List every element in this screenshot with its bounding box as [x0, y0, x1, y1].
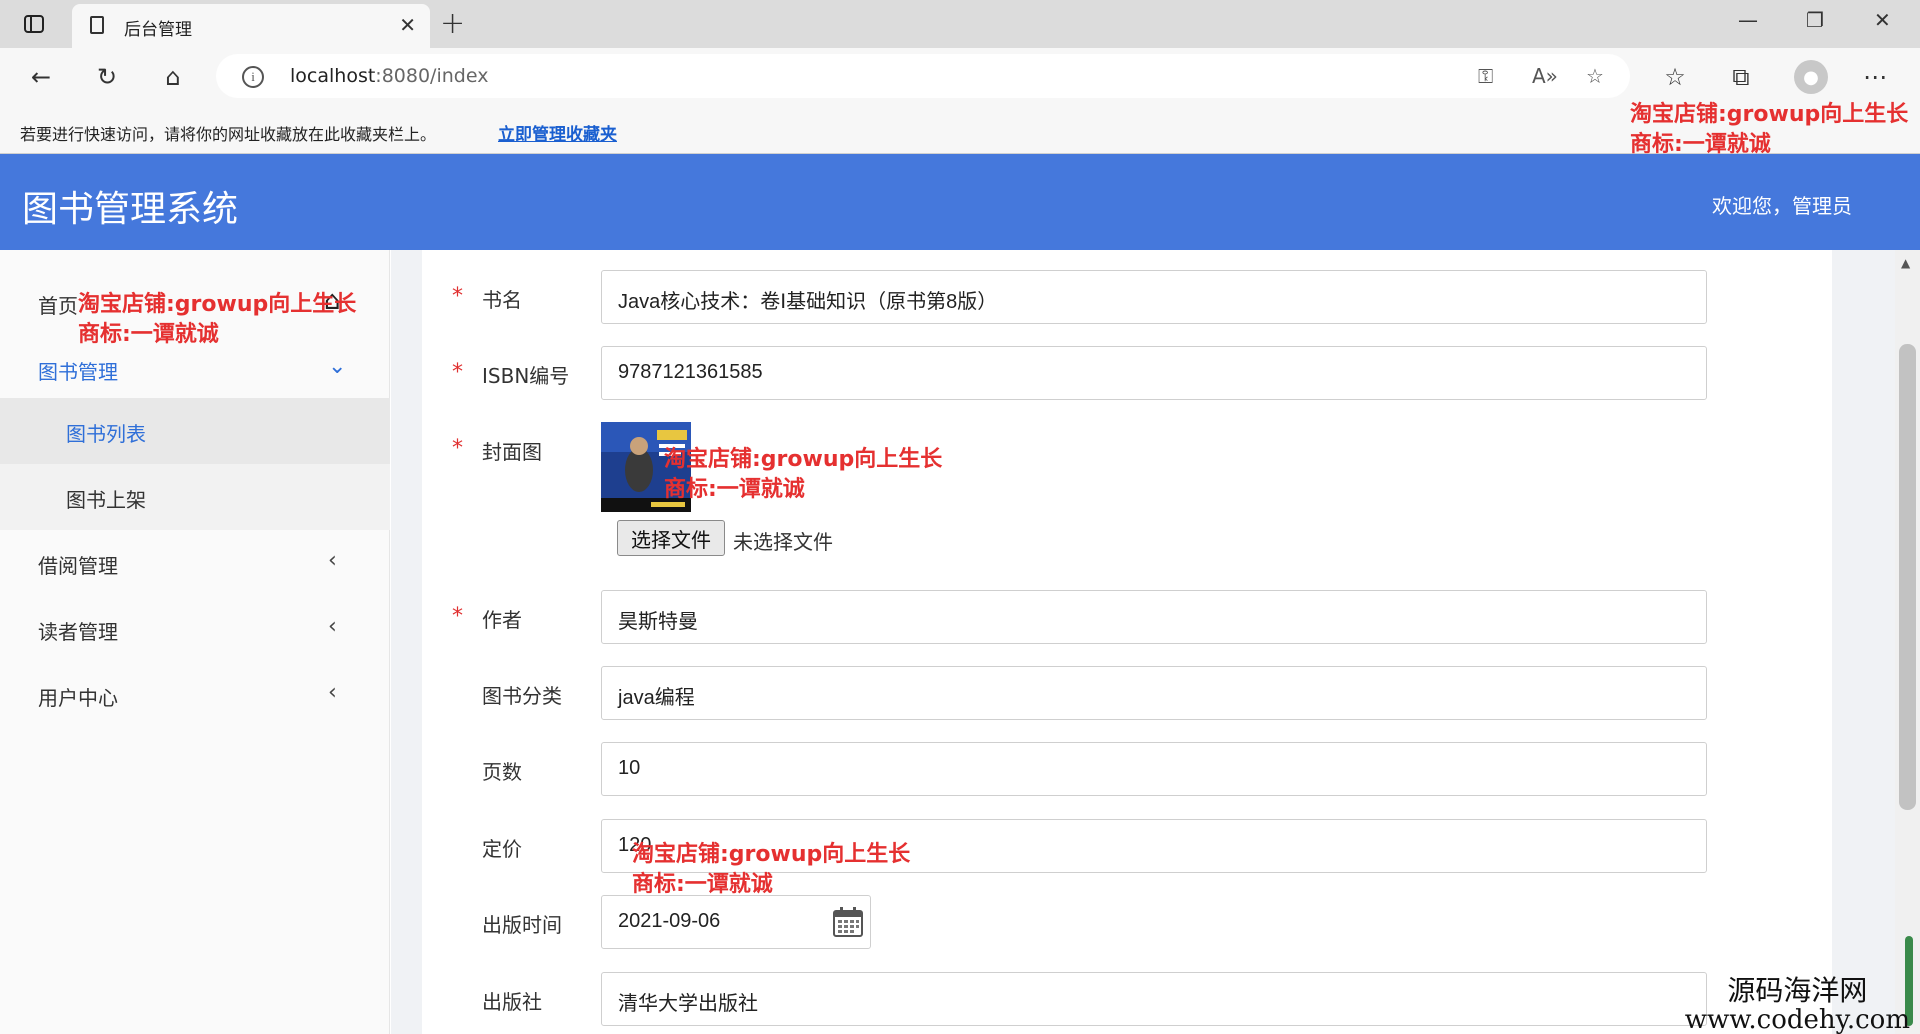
sidebar-item-label: 首页: [38, 294, 78, 318]
minimize-icon[interactable]: —: [1738, 8, 1758, 32]
watermark-brand: 商标:一谭就诚: [1630, 132, 1771, 157]
chevron-left-icon: ‹: [328, 680, 337, 705]
publisher-input[interactable]: 清华大学出版社: [601, 972, 1707, 1026]
site-info-icon[interactable]: i: [242, 66, 264, 88]
pages-input[interactable]: 10: [601, 742, 1707, 796]
sidebar-item-book-shelve[interactable]: 图书上架: [0, 464, 390, 530]
page-scrollbar[interactable]: ▲: [1895, 250, 1920, 1034]
scroll-thumb[interactable]: [1899, 344, 1916, 810]
author-input[interactable]: 昊斯特曼: [601, 590, 1707, 644]
sidebar-item-borrow-manage[interactable]: 借阅管理 ‹: [0, 530, 390, 596]
key-icon[interactable]: ⚿: [1478, 64, 1493, 88]
new-tab-icon[interactable]: +: [440, 6, 465, 41]
address-bar[interactable]: i localhost:8080/index ⚿ A» ☆: [216, 54, 1630, 98]
url-host: localhost: [290, 65, 376, 87]
watermark-shop: 淘宝店铺:growup向上生长: [632, 842, 911, 867]
more-icon[interactable]: ⋯: [1860, 62, 1890, 92]
sidebar-item-label: 图书管理: [38, 360, 118, 384]
favorites-icon[interactable]: ☆: [1660, 62, 1690, 92]
watermark-brand: 商标:一谭就诚: [632, 872, 773, 897]
url-path: :8080/index: [375, 65, 489, 87]
watermark-corner-line2: www.codehy.com: [1684, 1005, 1910, 1034]
tab-actions-icon[interactable]: [20, 10, 48, 38]
category-input[interactable]: java编程: [601, 666, 1707, 720]
field-label: 书名: [482, 288, 522, 312]
watermark-price: 淘宝店铺:growup向上生长 商标:一谭就诚: [632, 840, 910, 900]
chevron-left-icon: ‹: [328, 614, 337, 639]
sidebar-item-user-center[interactable]: 用户中心 ‹: [0, 662, 390, 728]
refresh-icon[interactable]: ↻: [92, 62, 122, 92]
browser-nav-bar: ← ↻ ⌂ i localhost:8080/index ⚿ A» ☆ ☆ ⧉ …: [0, 48, 1920, 106]
field-label: ISBN编号: [482, 364, 570, 388]
book-form: * 书名 Java核心技术：卷Ⅰ基础知识（原书第8版） * ISBN编号 978…: [422, 250, 1832, 1034]
restore-icon[interactable]: ❐: [1806, 8, 1824, 32]
sidebar-item-label: 借阅管理: [38, 554, 118, 578]
profile-avatar-icon[interactable]: ●: [1794, 60, 1828, 94]
chevron-left-icon: ‹: [328, 548, 337, 573]
watermark-top-right: 淘宝店铺:growup向上生长 商标:一谭就诚: [1630, 100, 1908, 160]
field-label: 出版时间: [482, 913, 562, 937]
watermark-shop: 淘宝店铺:growup向上生长: [1630, 102, 1909, 127]
watermark-cover: 淘宝店铺:growup向上生长 商标:一谭就诚: [664, 445, 942, 505]
add-favorite-icon[interactable]: ☆: [1586, 64, 1604, 88]
sidebar-item-book-list[interactable]: 图书列表: [0, 398, 390, 464]
choose-file-button[interactable]: 选择文件: [617, 520, 725, 556]
watermark-sidebar: 淘宝店铺:growup向上生长 商标:一谭就诚: [78, 290, 356, 350]
collections-icon[interactable]: ⧉: [1726, 62, 1756, 92]
field-label: 页数: [482, 760, 522, 784]
sidebar-item-label: 用户中心: [38, 686, 118, 710]
app-title: 图书管理系统: [22, 189, 239, 230]
sidebar-item-label: 图书上架: [66, 488, 146, 512]
sidebar-item-reader-manage[interactable]: 读者管理 ‹: [0, 596, 390, 662]
calendar-icon[interactable]: [832, 906, 864, 938]
manage-favorites-link[interactable]: 立即管理收藏夹: [498, 120, 617, 145]
home-browser-icon[interactable]: ⌂: [158, 62, 188, 92]
watermark-shop: 淘宝店铺:growup向上生长: [664, 447, 943, 472]
field-label: 封面图: [482, 440, 542, 464]
book-name-input[interactable]: Java核心技术：卷Ⅰ基础知识（原书第8版）: [601, 270, 1707, 324]
tab-title: 后台管理: [124, 20, 192, 40]
watermark-brand: 商标:一谭就诚: [78, 322, 219, 347]
sidebar: 首页 图书管理 ⌄ 图书列表 图书上架 借阅管理 ‹ 读者管理 ‹ 用户中心 ‹: [0, 250, 390, 1034]
required-mark: *: [452, 284, 463, 309]
sidebar-item-label: 图书列表: [66, 422, 146, 446]
file-status-text: 未选择文件: [733, 530, 833, 554]
field-label: 图书分类: [482, 684, 562, 708]
browser-tab-bar: 后台管理 ✕ + — ❐ ✕: [0, 0, 1920, 48]
required-mark: *: [452, 604, 463, 629]
watermark-corner: 源码海洋网 www.codehy.com: [1685, 976, 1910, 1034]
field-label: 作者: [482, 608, 522, 632]
welcome-text[interactable]: 欢迎您，管理员: [1712, 190, 1852, 219]
close-tab-icon[interactable]: ✕: [399, 13, 416, 37]
main-content: * 书名 Java核心技术：卷Ⅰ基础知识（原书第8版） * ISBN编号 978…: [391, 250, 1895, 1034]
watermark-corner-line1: 源码海洋网: [1727, 974, 1868, 1007]
watermark-brand: 商标:一谭就诚: [664, 477, 805, 502]
favorites-message: 若要进行快速访问，请将你的网址收藏放在此收藏夹栏上。: [20, 125, 437, 144]
back-icon[interactable]: ←: [26, 62, 56, 92]
sidebar-item-label: 读者管理: [38, 620, 118, 644]
isbn-input[interactable]: 9787121361585: [601, 346, 1707, 400]
app-header: 图书管理系统 欢迎您，管理员: [0, 154, 1920, 250]
close-window-icon[interactable]: ✕: [1874, 8, 1891, 32]
pubdate-input[interactable]: 2021-09-06: [601, 895, 871, 949]
field-label: 出版社: [482, 990, 542, 1014]
pubdate-value: 2021-09-06: [618, 910, 721, 932]
required-mark: *: [452, 360, 463, 385]
url-text: localhost:8080/index: [290, 65, 488, 87]
read-aloud-icon[interactable]: A»: [1532, 64, 1558, 88]
scroll-up-icon[interactable]: ▲: [1901, 256, 1910, 270]
watermark-shop: 淘宝店铺:growup向上生长: [78, 292, 357, 317]
chevron-down-icon: ⌄: [328, 354, 347, 379]
browser-tab[interactable]: 后台管理 ✕: [72, 4, 430, 48]
field-label: 定价: [482, 837, 522, 861]
required-mark: *: [452, 436, 463, 461]
page-icon: [90, 16, 104, 34]
